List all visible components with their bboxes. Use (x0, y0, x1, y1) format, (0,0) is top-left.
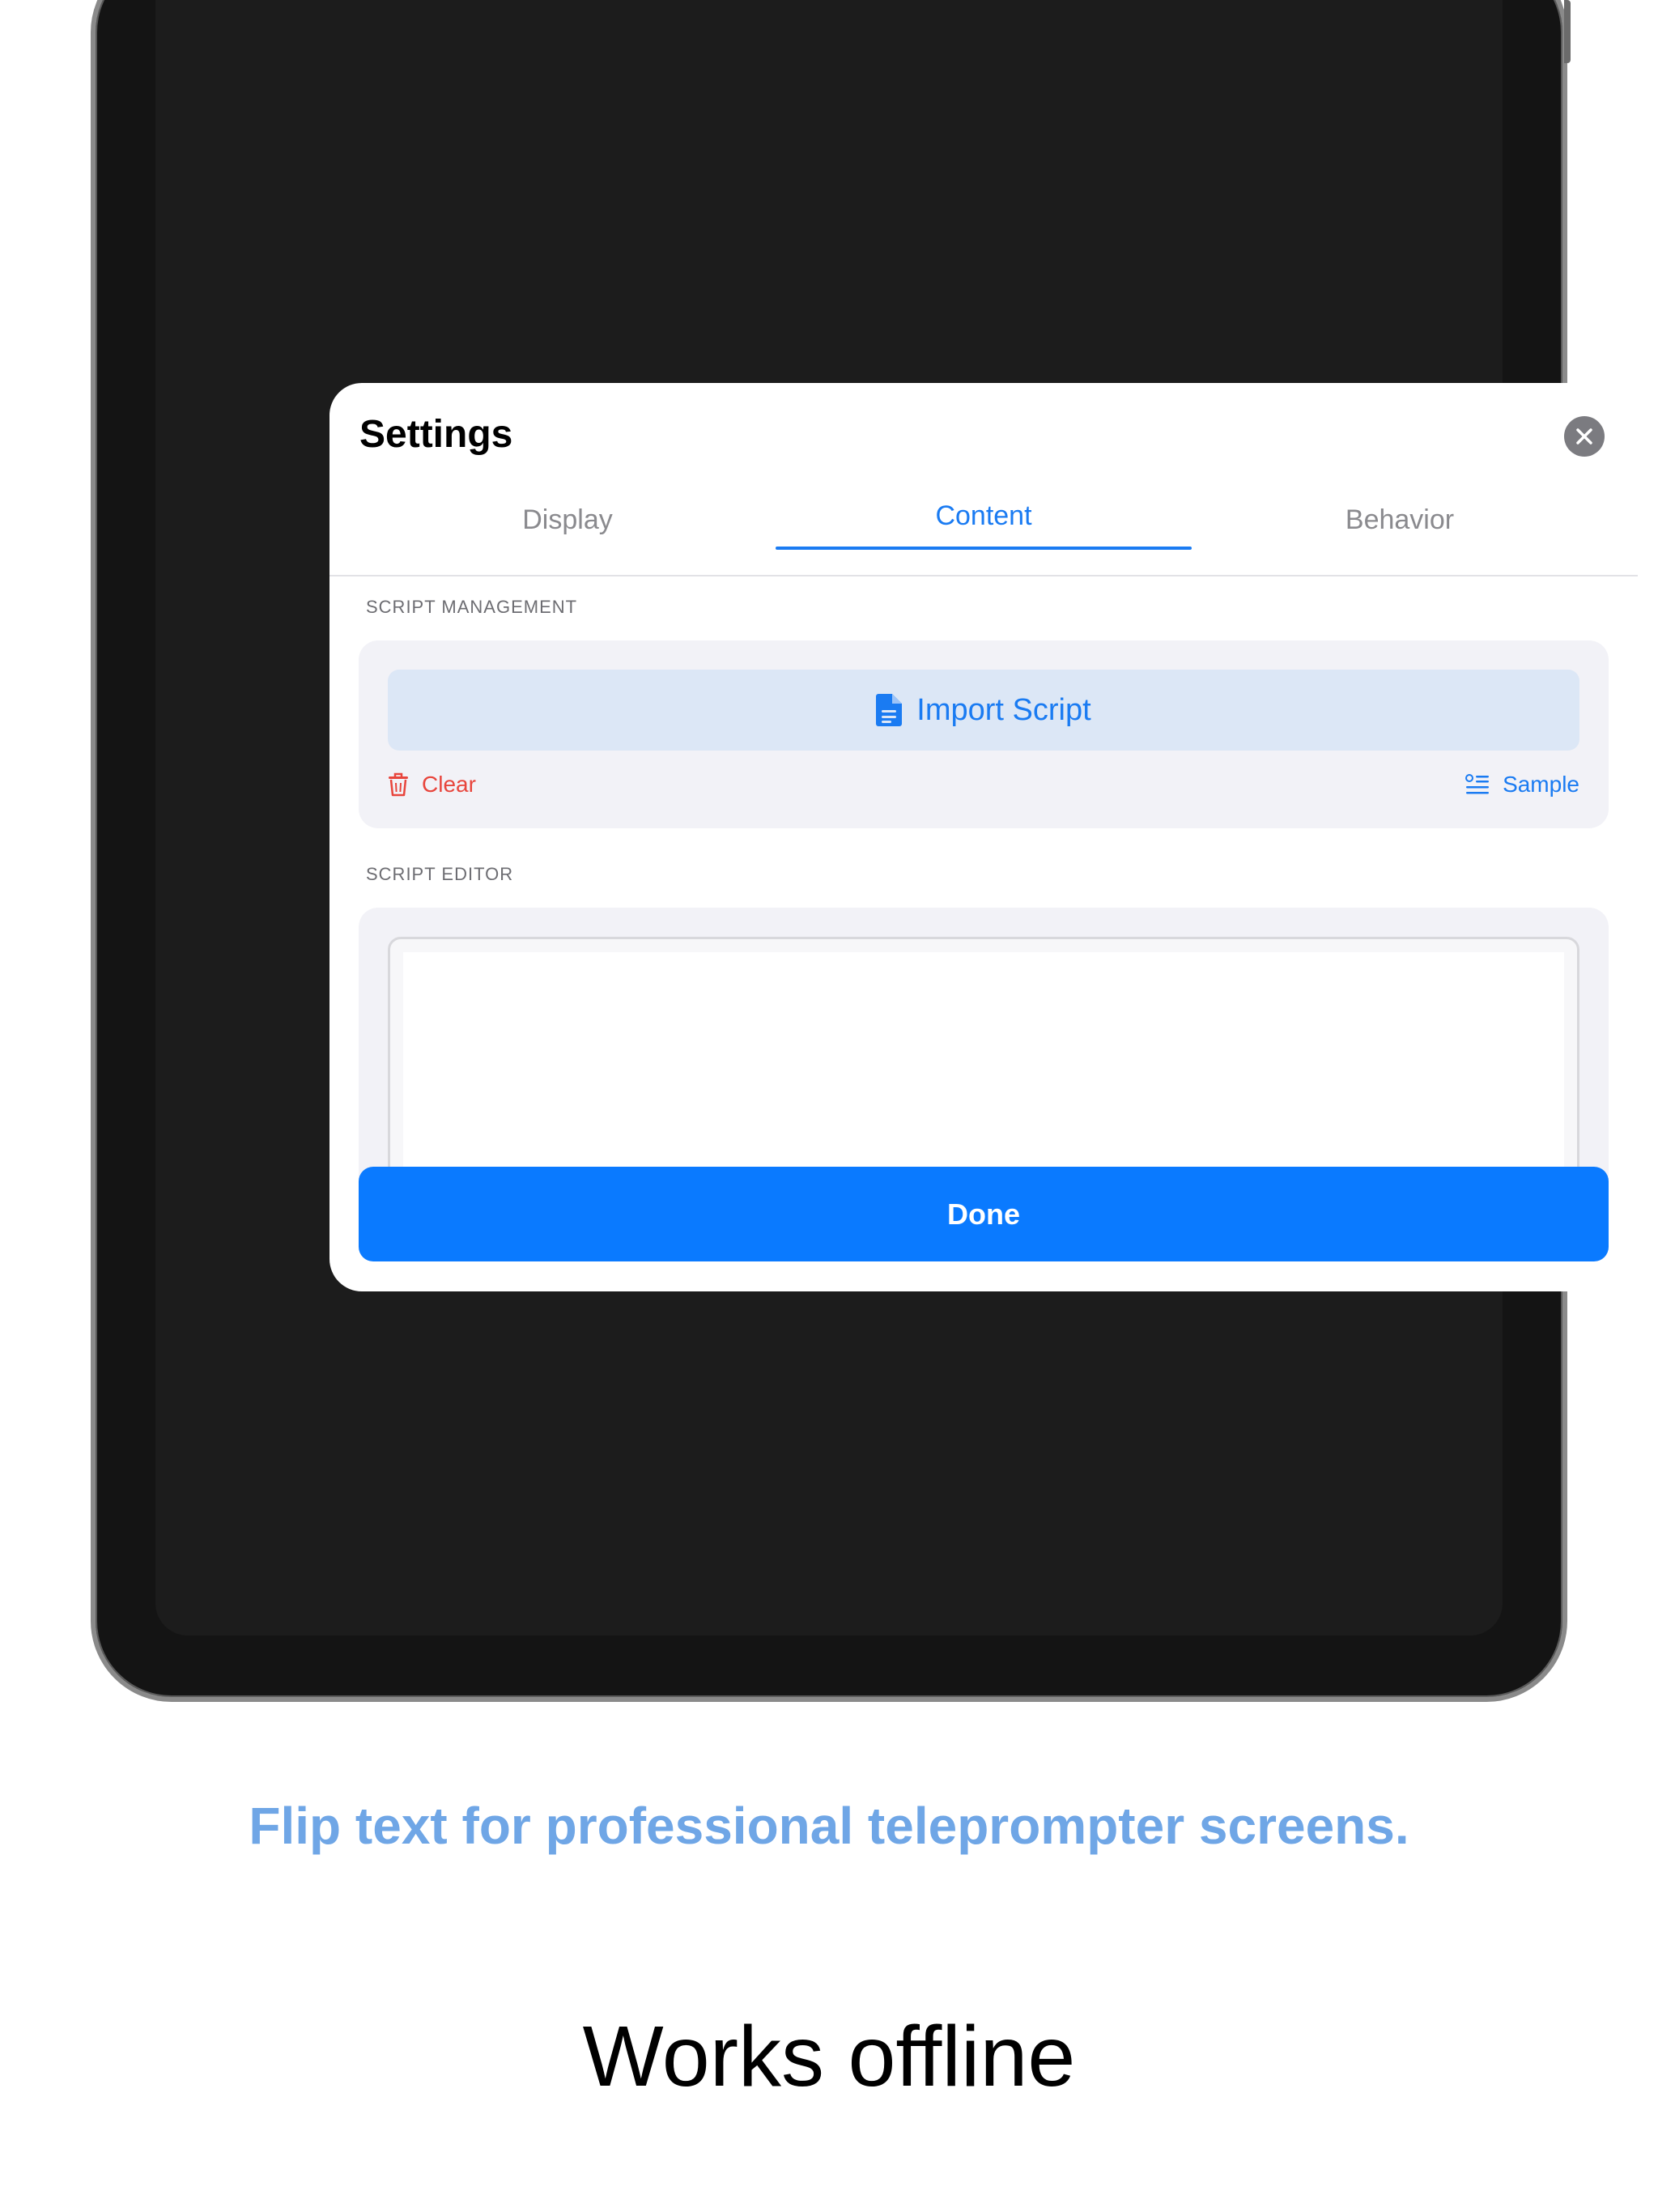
app-screen: Settings Display Content Behavior SCRIPT… (155, 0, 1638, 1636)
import-script-button[interactable]: Import Script (388, 670, 1579, 751)
list-icon (1465, 774, 1490, 794)
close-icon (1576, 428, 1592, 445)
active-tab-indicator (776, 547, 1192, 550)
done-button[interactable]: Done (359, 1167, 1609, 1261)
sample-label: Sample (1503, 772, 1579, 797)
trash-icon (389, 772, 408, 797)
import-script-label: Import Script (916, 692, 1091, 727)
settings-title: Settings (359, 413, 513, 456)
script-editor-card (359, 908, 1609, 1199)
script-editor-input[interactable] (403, 952, 1564, 1199)
sample-button[interactable]: Sample (1465, 772, 1579, 798)
settings-tabs: Display Content Behavior (329, 500, 1638, 555)
close-button[interactable] (1564, 416, 1605, 457)
tab-display[interactable]: Display (359, 504, 776, 536)
settings-sheet: Settings Display Content Behavior SCRIPT… (329, 383, 1638, 1291)
clear-button[interactable]: Clear (388, 772, 476, 798)
tab-behavior[interactable]: Behavior (1192, 504, 1608, 536)
document-icon (876, 694, 903, 726)
marketing-headline: Works offline (582, 2009, 1076, 2104)
script-management-card: Import Script Clear Sample (359, 640, 1609, 828)
script-management-label: SCRIPT MANAGEMENT (366, 597, 578, 617)
script-editor-frame (388, 937, 1579, 1199)
clear-label: Clear (422, 772, 476, 797)
tabs-divider (329, 575, 1638, 576)
tab-content[interactable]: Content (776, 500, 1192, 532)
script-editor-label: SCRIPT EDITOR (366, 864, 514, 884)
marketing-caption: Flip text for professional teleprompter … (249, 1797, 1409, 1855)
device-side-button (1564, 0, 1571, 63)
